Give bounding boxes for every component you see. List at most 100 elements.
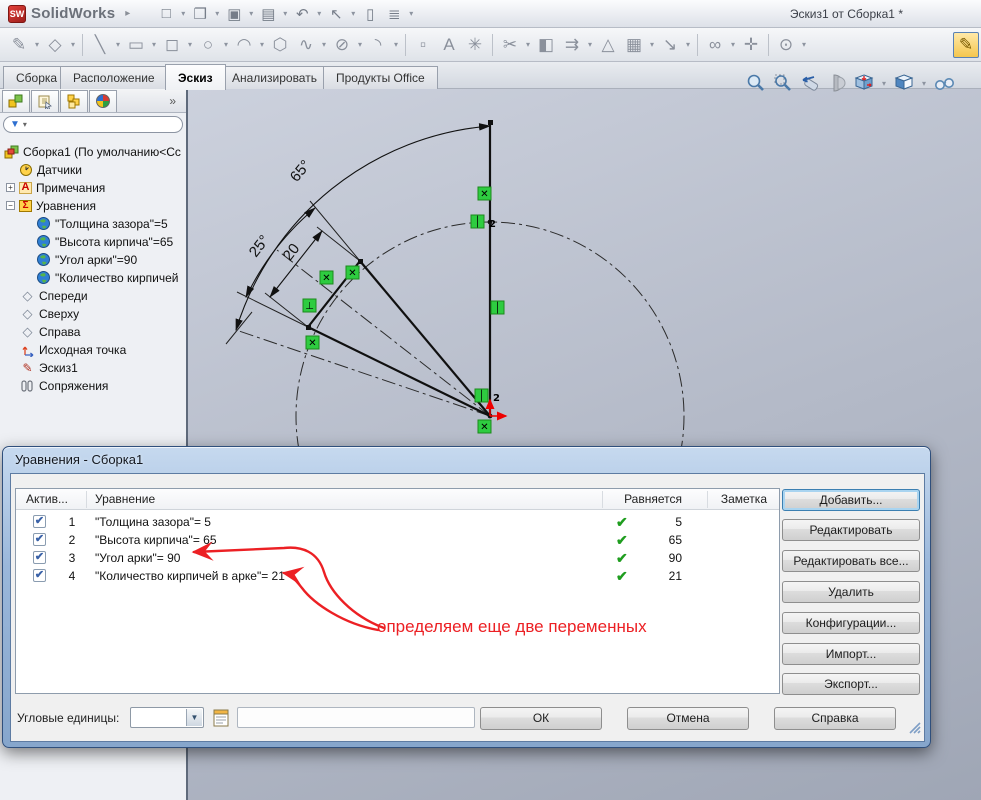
- smart-dimension-icon[interactable]: ◇: [42, 32, 68, 58]
- edit-all-button[interactable]: Редактировать все...: [782, 550, 920, 572]
- select-icon[interactable]: ↖: [324, 3, 348, 25]
- sketch-lines[interactable]: [308, 122, 490, 416]
- centerline[interactable]: [277, 250, 490, 416]
- tree-item-sketch1[interactable]: ✎ Эскиз1: [0, 359, 188, 376]
- ellipse-icon[interactable]: ⊘: [329, 32, 355, 58]
- comment-input[interactable]: [237, 707, 475, 728]
- cancel-button[interactable]: Отмена: [627, 707, 749, 730]
- dropdown-caret[interactable]: ▾: [221, 40, 231, 49]
- tab-evaluate[interactable]: Анализировать: [219, 66, 330, 89]
- dimension-arc-65[interactable]: [236, 126, 490, 330]
- dropdown-caret[interactable]: ▾: [314, 9, 324, 18]
- sketch-vertices[interactable]: [306, 120, 493, 418]
- section-view-icon[interactable]: [825, 71, 849, 95]
- col-header-active[interactable]: Актив...: [26, 492, 68, 506]
- dropdown-caret[interactable]: ▾: [728, 40, 738, 49]
- constraint-coincident-icon[interactable]: ✕: [478, 420, 491, 433]
- surface-entities-icon[interactable]: ◧: [533, 32, 559, 58]
- tree-root-assembly[interactable]: Сборка1 (По умолчанию<Сс: [0, 143, 188, 160]
- filter-caret-icon[interactable]: ▾: [23, 120, 27, 129]
- options-list-icon[interactable]: ≣: [382, 3, 406, 25]
- menu-expand-icon[interactable]: ▸: [125, 8, 130, 19]
- display-style-icon[interactable]: [892, 71, 916, 95]
- dim-text-25[interactable]: 25°: [246, 232, 273, 260]
- resize-grip[interactable]: [908, 721, 922, 740]
- save-icon[interactable]: ▣: [222, 3, 246, 25]
- spline-icon[interactable]: ∿: [293, 32, 319, 58]
- dropdown-caret[interactable]: ▾: [523, 40, 533, 49]
- import-button[interactable]: Импорт...: [782, 643, 920, 665]
- undo-icon[interactable]: ↶: [290, 3, 314, 25]
- tree-item-variable[interactable]: "Высота кирпича"=65: [0, 233, 188, 250]
- tab-layout[interactable]: Расположение: [60, 66, 168, 89]
- dropdown-caret[interactable]: ▾: [683, 40, 693, 49]
- move-entities-icon[interactable]: ↘: [657, 32, 683, 58]
- tree-item-variable[interactable]: "Угол арки"=90: [0, 251, 188, 268]
- convert-entities-icon[interactable]: ▫: [410, 32, 436, 58]
- new-document-icon[interactable]: □: [154, 3, 178, 25]
- rectangle-icon[interactable]: ▭: [123, 32, 149, 58]
- featuremanager-tab-icon[interactable]: [2, 90, 30, 112]
- trim-entities-icon[interactable]: ✂: [497, 32, 523, 58]
- dropdown-caret[interactable]: ▾: [585, 40, 595, 49]
- active-sketch-icon[interactable]: ✎: [953, 32, 979, 58]
- dropdown-caret[interactable]: ▾: [647, 40, 657, 49]
- quick-snaps-icon[interactable]: ⊙: [773, 32, 799, 58]
- active-checkbox[interactable]: ✔: [33, 551, 46, 564]
- equation-row[interactable]: ✔ 2 "Высота кирпича"= 65 ✔ 65: [16, 532, 779, 549]
- add-relation-icon[interactable]: ✛: [738, 32, 764, 58]
- linear-pattern-icon[interactable]: ▦: [621, 32, 647, 58]
- tree-item-mates[interactable]: Сопряжения: [0, 377, 188, 394]
- constraint-parallel-icon[interactable]: │: [491, 301, 504, 314]
- add-button[interactable]: Добавить...: [782, 489, 920, 511]
- tree-item-top-plane[interactable]: ◇ Сверху: [0, 305, 188, 322]
- text-icon[interactable]: A: [436, 32, 462, 58]
- dropdown-caret[interactable]: ▾: [348, 9, 358, 18]
- arc-icon[interactable]: ◠: [231, 32, 257, 58]
- line-icon[interactable]: ╲: [87, 32, 113, 58]
- dimension-line-20[interactable]: [270, 231, 322, 297]
- constraint-coincident-icon[interactable]: ✕: [346, 266, 359, 279]
- dropdown-caret[interactable]: ▾: [919, 79, 929, 88]
- panel-expand-chevron[interactable]: »: [169, 94, 176, 108]
- ok-button[interactable]: ОК: [480, 707, 602, 730]
- delete-button[interactable]: Удалить: [782, 581, 920, 603]
- toggle-bar-icon[interactable]: ▯: [358, 3, 382, 25]
- expand-plus-icon[interactable]: +: [6, 183, 15, 192]
- previous-view-icon[interactable]: [798, 71, 822, 95]
- displaymanager-tab-icon[interactable]: [89, 90, 117, 112]
- polygon-icon[interactable]: ⬡: [267, 32, 293, 58]
- dropdown-caret[interactable]: ▾: [32, 40, 42, 49]
- constraint-coincident-icon[interactable]: ✕: [320, 271, 333, 284]
- tree-item-origin[interactable]: Исходная точка: [0, 341, 188, 358]
- dropdown-caret[interactable]: ▾: [355, 40, 365, 49]
- col-header-equation[interactable]: Уравнение: [95, 492, 155, 506]
- constraint-vertical-icon[interactable]: │ 2: [471, 215, 496, 230]
- display-relations-icon[interactable]: ∞: [702, 32, 728, 58]
- edit-button[interactable]: Редактировать: [782, 519, 920, 541]
- constraint-coincident-icon[interactable]: ✕: [478, 187, 491, 200]
- equation-row[interactable]: ✔ 4 "Количество кирпичей в арке"= 21 ✔ 2…: [16, 568, 779, 585]
- sketch-icon[interactable]: ✎: [6, 32, 32, 58]
- dropdown-caret[interactable]: ▾: [406, 9, 416, 18]
- dropdown-caret[interactable]: ▾: [879, 79, 889, 88]
- tree-filter[interactable]: ▼ ▾: [3, 116, 183, 133]
- export-button[interactable]: Экспорт...: [782, 673, 920, 695]
- dropdown-caret[interactable]: ▾: [178, 9, 188, 18]
- mirror-entities-icon[interactable]: △: [595, 32, 621, 58]
- offset-entities-icon[interactable]: ⇉: [559, 32, 585, 58]
- configurations-button[interactable]: Конфигурации...: [782, 612, 920, 634]
- circle-icon[interactable]: ○: [195, 32, 221, 58]
- active-checkbox[interactable]: ✔: [33, 569, 46, 582]
- centerline[interactable]: [236, 330, 490, 416]
- constraint-vertical-icon[interactable]: │ 2: [475, 389, 500, 404]
- equation-row[interactable]: ✔ 3 "Угол арки"= 90 ✔ 90: [16, 550, 779, 567]
- help-button[interactable]: Справка: [774, 707, 896, 730]
- tree-item-front-plane[interactable]: ◇ Спереди: [0, 287, 188, 304]
- print-icon[interactable]: ▤: [256, 3, 280, 25]
- tree-item-variable[interactable]: "Толщина зазора"=5: [0, 215, 188, 232]
- collapse-minus-icon[interactable]: −: [6, 201, 15, 210]
- constraint-coincident-icon[interactable]: ✕: [306, 336, 319, 349]
- dropdown-caret[interactable]: ▾: [113, 40, 123, 49]
- propertymanager-tab-icon[interactable]: [31, 90, 59, 112]
